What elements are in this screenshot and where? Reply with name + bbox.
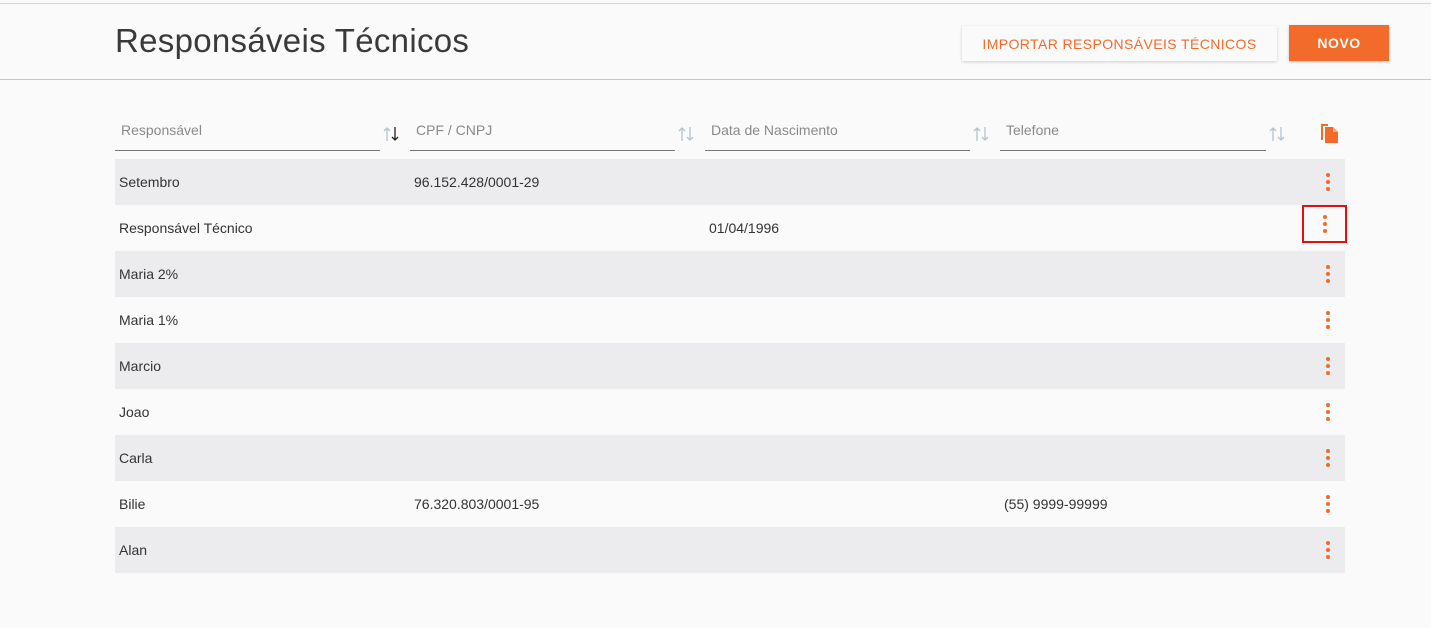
menu-dot [1326, 357, 1330, 361]
menu-dot [1326, 502, 1330, 506]
table-row[interactable]: Joao [115, 389, 1345, 435]
menu-dot [1326, 318, 1330, 322]
menu-dot [1322, 222, 1327, 226]
table-row[interactable]: Setembro 96.152.428/0001-29 [115, 159, 1345, 205]
sort-telefone-icon[interactable] [1267, 124, 1287, 144]
responsaveis-table: Setembro 96.152.428/0001-29 Responsável Té… [115, 159, 1347, 573]
menu-dot [1326, 311, 1330, 315]
telefone-cell: (55) 9999-99999 [1004, 496, 1108, 512]
menu-dot [1326, 456, 1330, 460]
row-menu-icon[interactable] [1314, 259, 1342, 289]
menu-dot [1326, 449, 1330, 453]
import-button[interactable]: IMPORTAR RESPONSÁVEIS TÉCNICOS [962, 26, 1277, 61]
sort-responsavel-icon[interactable] [381, 124, 401, 144]
row-menu-icon[interactable] [1314, 167, 1342, 197]
menu-dot [1326, 495, 1330, 499]
row-menu-icon[interactable] [1302, 205, 1347, 243]
row-menu-icon[interactable] [1314, 535, 1342, 565]
menu-dot [1326, 325, 1330, 329]
table-row[interactable]: Maria 2% [115, 251, 1345, 297]
table-row[interactable]: Alan [115, 527, 1345, 573]
menu-dot [1326, 272, 1330, 276]
menu-dot [1326, 279, 1330, 283]
menu-dot [1326, 410, 1330, 414]
page-title: Responsáveis Técnicos [115, 22, 470, 59]
page-header: Responsáveis Técnicos IMPORTAR RESPONSÁV… [0, 4, 1431, 80]
menu-dot [1326, 541, 1330, 545]
cpf-cnpj-cell: 76.320.803/0001-95 [414, 496, 540, 512]
cpf-cnpj-cell: 96.152.428/0001-29 [414, 174, 540, 190]
menu-dot [1322, 215, 1327, 219]
table-row[interactable]: Marcio [115, 343, 1345, 389]
nascimento-cell: 01/04/1996 [709, 220, 780, 236]
menu-dot [1326, 403, 1330, 407]
sort-cpf-cnpj-icon[interactable] [676, 124, 696, 144]
responsavel-cell: Joao [119, 404, 150, 420]
responsavel-cell: Setembro [119, 174, 180, 190]
responsavel-cell: Alan [119, 542, 148, 558]
menu-dot [1326, 417, 1330, 421]
cpf-cnpj-filter-input[interactable] [414, 121, 657, 139]
menu-dot [1326, 509, 1330, 513]
responsavel-cell: Maria 1% [119, 312, 179, 328]
table-row[interactable]: Bilie 76.320.803/0001-95 (55) 9999-99999 [115, 481, 1345, 527]
menu-dot [1326, 364, 1330, 368]
menu-dot [1322, 229, 1327, 233]
menu-dot [1326, 548, 1330, 552]
filter-responsavel [115, 115, 380, 151]
table-row[interactable]: Responsável Técnico 01/04/1996 [115, 205, 1347, 251]
menu-dot [1326, 555, 1330, 559]
responsavel-cell: Bilie [119, 496, 146, 512]
telefone-filter-input[interactable] [1004, 121, 1248, 139]
responsavel-cell: Marcio [119, 358, 162, 374]
new-button[interactable]: NOVO [1289, 25, 1389, 61]
nascimento-filter-input[interactable] [709, 121, 952, 139]
responsavel-cell: Responsável Técnico [119, 220, 253, 236]
menu-dot [1326, 371, 1330, 375]
table-row[interactable]: Carla [115, 435, 1345, 481]
row-menu-icon[interactable] [1314, 443, 1342, 473]
sort-nascimento-icon[interactable] [971, 124, 991, 144]
filter-cpf-cnpj [410, 115, 675, 151]
responsavel-cell: Maria 2% [119, 266, 179, 282]
filter-nascimento [705, 115, 970, 151]
filter-bar [0, 115, 1431, 155]
responsavel-filter-input[interactable] [119, 121, 362, 139]
menu-dot [1326, 180, 1330, 184]
menu-dot [1326, 173, 1330, 177]
table-row[interactable]: Maria 1% [115, 297, 1345, 343]
menu-dot [1326, 187, 1330, 191]
row-menu-icon[interactable] [1314, 397, 1342, 427]
filter-telefone [1000, 115, 1266, 151]
row-menu-icon[interactable] [1314, 305, 1342, 335]
row-menu-icon[interactable] [1314, 351, 1342, 381]
document-copy-icon[interactable] [1318, 121, 1340, 145]
row-menu-icon[interactable] [1314, 489, 1342, 519]
responsavel-cell: Carla [119, 450, 153, 466]
menu-dot [1326, 265, 1330, 269]
menu-dot [1326, 463, 1330, 467]
